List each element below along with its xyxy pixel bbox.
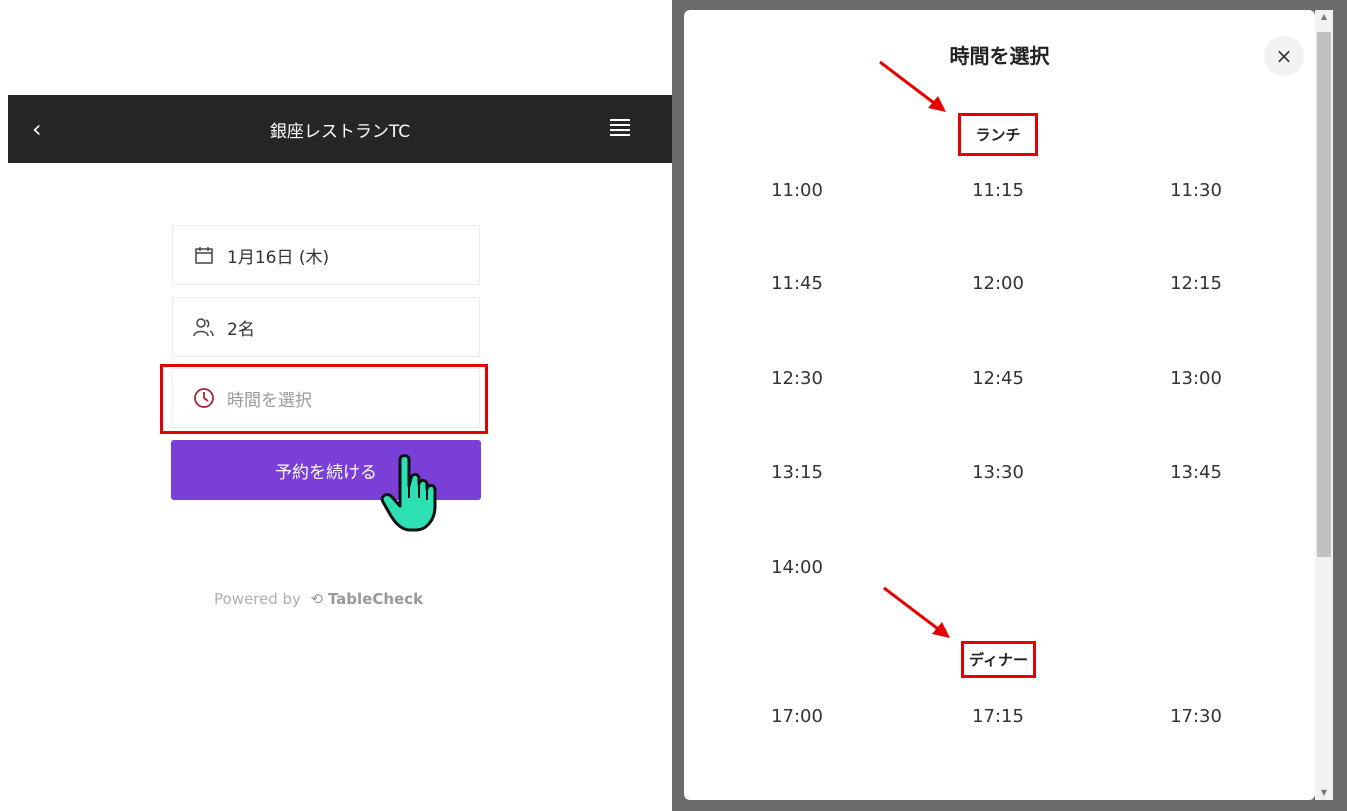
continue-reservation-button[interactable]: 予約を続ける [171, 440, 481, 500]
modal-title: 時間を選択 [949, 44, 1050, 68]
time-slot[interactable]: 17:30 [1121, 706, 1271, 727]
annotation-arrow-icon [883, 586, 950, 638]
powered-by-brand[interactable]: TableCheck [328, 590, 423, 608]
time-field[interactable]: 時間を選択 [172, 368, 480, 428]
tablecheck-logo-icon: ⟲ [305, 590, 328, 608]
time-slot[interactable]: 12:45 [923, 368, 1073, 389]
time-slot[interactable]: 13:45 [1121, 462, 1271, 483]
section-label-dinner: ディナー [961, 641, 1036, 678]
powered-by-prefix: Powered by [214, 590, 301, 608]
time-slot[interactable]: 17:00 [722, 706, 872, 727]
clock-icon [193, 387, 215, 409]
powered-by: Powered by ⟲ TableCheck [214, 590, 423, 608]
close-button[interactable]: × [1264, 36, 1304, 76]
scroll-up-icon[interactable]: ▲ [1315, 10, 1333, 24]
section-label-lunch: ランチ [958, 113, 1038, 156]
time-placeholder: 時間を選択 [227, 390, 312, 411]
reservation-page: ‹ 銀座レストランTC 1月16日 (木) 2名 時間を選択 予約を続ける Po… [0, 0, 672, 811]
time-slot[interactable]: 12:15 [1121, 273, 1271, 294]
time-slot[interactable]: 12:00 [923, 273, 1073, 294]
people-value: 2名 [227, 319, 255, 340]
date-field[interactable]: 1月16日 (木) [172, 225, 480, 285]
time-slot[interactable]: 13:15 [722, 462, 872, 483]
date-value: 1月16日 (木) [227, 247, 330, 268]
scroll-down-icon[interactable]: ▼ [1315, 786, 1333, 800]
time-slot[interactable]: 13:30 [923, 462, 1073, 483]
time-slot[interactable]: 17:15 [923, 706, 1073, 727]
time-select-modal: 時間を選択 × ランチ 11:00 11:15 11:30 11:45 12:0… [684, 10, 1315, 800]
time-slot[interactable]: 11:45 [722, 273, 872, 294]
time-slot[interactable]: 11:30 [1121, 180, 1271, 201]
time-slot[interactable]: 13:00 [1121, 368, 1271, 389]
calendar-icon [193, 244, 215, 266]
people-icon [193, 316, 215, 338]
people-field[interactable]: 2名 [172, 297, 480, 357]
restaurant-title: 銀座レストランTC [269, 122, 411, 142]
scrollbar-thumb[interactable] [1317, 32, 1331, 557]
hamburger-icon[interactable] [610, 119, 630, 137]
scrollbar[interactable]: ▲ ▼ [1315, 10, 1333, 800]
close-icon: × [1275, 44, 1293, 68]
header-bar: ‹ 銀座レストランTC [8, 95, 672, 163]
time-slot[interactable]: 12:30 [722, 368, 872, 389]
time-slot[interactable]: 11:00 [722, 180, 872, 201]
time-slot[interactable]: 11:15 [923, 180, 1073, 201]
time-slot[interactable]: 14:00 [722, 557, 872, 578]
